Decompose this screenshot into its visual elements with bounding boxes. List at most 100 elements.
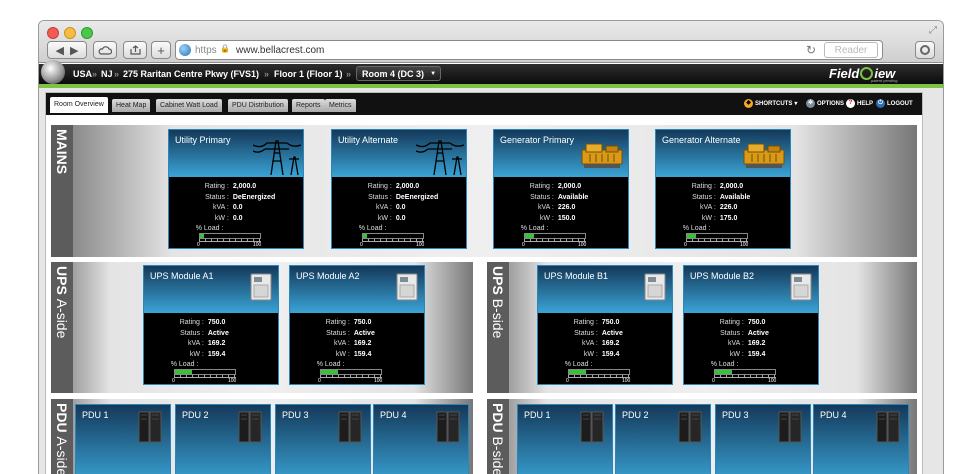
- reader-button[interactable]: Reader: [824, 42, 878, 58]
- share-button[interactable]: [123, 41, 147, 59]
- value-rating: 750.0: [601, 319, 620, 326]
- label-kva: kVA :: [582, 340, 598, 347]
- ups-card-header: UPS Module A1: [144, 266, 278, 313]
- label-load: % Load :: [170, 361, 199, 368]
- address-bar[interactable]: https 🔒 www.bellacrest.com ↻ Reader: [175, 40, 883, 60]
- label-load: % Load :: [195, 225, 224, 232]
- scale-min: 0: [172, 378, 175, 384]
- zoom-window-button[interactable]: [81, 27, 93, 39]
- mains-card-title: Generator Primary: [500, 135, 575, 145]
- shortcuts-menu[interactable]: ◆ SHORTCUTS ▾: [744, 99, 797, 108]
- label-status: Status :: [326, 329, 350, 337]
- load-gauge-fill: [715, 370, 733, 374]
- scale-max: 100: [416, 242, 425, 248]
- mains-title-text: MAINS: [54, 129, 70, 175]
- pdu-card[interactable]: PDU 2: [175, 404, 271, 474]
- mains-card[interactable]: Generator Primary Rating :2,000.0 Status :…: [493, 129, 629, 249]
- mains-card-body: Rating :2,000.0 Status : Available kVA :226…: [656, 177, 790, 250]
- mains-card[interactable]: Generator Alternate Rating :2,000.0 Status…: [655, 129, 791, 249]
- url-protocol: https: [195, 45, 217, 56]
- mains-card-title: Utility Alternate: [338, 135, 399, 145]
- pdu-card-title: PDU 2: [622, 410, 649, 420]
- mains-section-title: MAINS: [51, 125, 73, 257]
- pdu-card[interactable]: PDU 1: [517, 404, 613, 474]
- downloads-button[interactable]: [915, 41, 935, 59]
- globe-logo-icon: [41, 60, 65, 84]
- forward-arrow-icon[interactable]: ▶: [70, 44, 78, 57]
- value-kw: 175.0: [719, 214, 738, 222]
- ups-card[interactable]: UPS Module B1 Rating :750.0 Status : Active…: [537, 265, 673, 385]
- close-window-button[interactable]: [47, 27, 59, 39]
- ups-card-header: UPS Module A2: [290, 266, 424, 313]
- room-overview-panel: Room Overview Heat Map Cabinet Watt Load…: [45, 92, 923, 474]
- fullscreen-icon[interactable]: ⤢: [929, 25, 937, 36]
- value-rating: 2,000.0: [395, 183, 420, 190]
- scale-max: 100: [228, 378, 237, 384]
- breadcrumb-country[interactable]: USA: [73, 69, 92, 79]
- mains-card-header: Generator Primary: [494, 130, 628, 177]
- breadcrumb-floor[interactable]: Floor 1 (Floor 1): [274, 69, 343, 79]
- pdu-card-header: PDU 4: [814, 405, 908, 474]
- tab-heat-map[interactable]: Heat Map: [112, 99, 151, 112]
- tab-reports[interactable]: Reports: [292, 99, 325, 112]
- pdu-card-title: PDU 2: [182, 410, 209, 420]
- ups-card-title: UPS Module B1: [544, 271, 609, 281]
- logout-label: LOGOUT: [887, 100, 913, 107]
- pdu-card[interactable]: PDU 4: [373, 404, 469, 474]
- ups-card[interactable]: UPS Module B2 Rating :750.0 Status : Active…: [683, 265, 819, 385]
- pdu-b-title-bold: PDU: [490, 403, 506, 433]
- label-rating: Rating :: [179, 319, 204, 326]
- new-tab-button[interactable]: +: [151, 41, 171, 59]
- reload-icon[interactable]: ↻: [806, 43, 816, 57]
- value-status: Active: [601, 329, 623, 337]
- cloud-tabs-button[interactable]: [93, 41, 117, 59]
- plus-icon: +: [157, 42, 165, 58]
- pdu-card-title: PDU 4: [380, 410, 407, 420]
- scale-max: 100: [768, 378, 777, 384]
- tab-room-overview[interactable]: Room Overview: [50, 97, 108, 113]
- mains-card[interactable]: Utility Alternate Rating :2,000.0 Status :…: [331, 129, 467, 249]
- load-gauge-ticks: [524, 239, 586, 242]
- pdu-card-header: PDU 1: [518, 405, 612, 474]
- value-kva: 0.0: [232, 204, 243, 211]
- breadcrumb-separator-icon: »: [346, 69, 352, 79]
- pdu-card[interactable]: PDU 4: [813, 404, 909, 474]
- tab-pdu-distribution[interactable]: PDU Distribution: [228, 99, 288, 112]
- logout-button[interactable]: ⏻ LOGOUT: [876, 99, 913, 108]
- options-button[interactable]: ✲ OPTIONS: [806, 99, 844, 108]
- mains-card[interactable]: Utility Primary Rating :2,000.0 Status : De…: [168, 129, 304, 249]
- browser-window: ⤢ ◀ ▶ + https 🔒 www.bellacrest.com ↻ Read…: [38, 20, 944, 474]
- ups-card[interactable]: UPS Module A1 Rating :750.0 Status : Active…: [143, 265, 279, 385]
- tab-cabinet-watt-load[interactable]: Cabinet Watt Load: [156, 99, 222, 112]
- cab-icon: [580, 411, 604, 445]
- pdu-card-header: PDU 3: [276, 405, 370, 474]
- pdu-card[interactable]: PDU 1: [75, 404, 171, 474]
- pdu-card[interactable]: PDU 3: [275, 404, 371, 474]
- mains-card-body: Rating :2,000.0 Status : DeEnergized kVA :0…: [169, 177, 303, 250]
- help-button[interactable]: ? HELP: [846, 99, 873, 108]
- room-select[interactable]: Room 4 (DC 3) ▼: [356, 66, 442, 81]
- label-rating: Rating :: [691, 183, 716, 190]
- tab-metrics[interactable]: Metrics: [325, 99, 356, 112]
- breadcrumb-site[interactable]: 275 Raritan Centre Pkwy (FVS1): [123, 69, 259, 79]
- ups-b-title-rest: B-side: [490, 298, 506, 339]
- cab-icon: [778, 411, 802, 445]
- ups-card-header: UPS Module B2: [684, 266, 818, 313]
- pdu-card-title: PDU 1: [82, 410, 109, 420]
- ups-a-title-bold: UPS: [54, 266, 70, 295]
- breadcrumb-state[interactable]: NJ: [101, 69, 113, 79]
- label-kw: kW :: [701, 214, 716, 222]
- minimize-window-button[interactable]: [64, 27, 76, 39]
- lock-icon: 🔒: [220, 44, 230, 53]
- ups-card[interactable]: UPS Module A2 Rating :750.0 Status : Active…: [289, 265, 425, 385]
- back-forward-buttons[interactable]: ◀ ▶: [47, 41, 87, 59]
- label-kw: kW :: [539, 214, 554, 222]
- help-icon: ?: [846, 99, 855, 108]
- mains-card-body: Rating :2,000.0 Status : Available kVA :226…: [494, 177, 628, 250]
- pdu-card[interactable]: PDU 2: [615, 404, 711, 474]
- value-rating: 750.0: [207, 319, 226, 326]
- pdu-card[interactable]: PDU 3: [715, 404, 811, 474]
- back-arrow-icon[interactable]: ◀: [56, 44, 70, 57]
- label-load: % Load :: [358, 225, 387, 232]
- label-kva: kVA :: [188, 340, 204, 347]
